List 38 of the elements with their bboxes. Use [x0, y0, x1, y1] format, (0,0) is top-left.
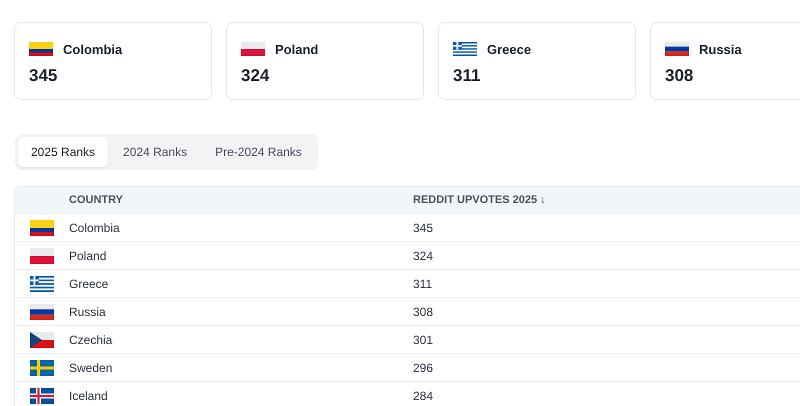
country-name: Russia: [699, 42, 742, 56]
flag-icon: [29, 42, 53, 56]
rank-tab[interactable]: Pre-2024 Ranks: [202, 137, 315, 167]
upvotes-cell-text: 284: [413, 388, 434, 402]
upvote-count: 311: [453, 66, 482, 86]
country-cell-text: Sweden: [69, 360, 114, 374]
upvotes-cell-text: 311: [413, 276, 434, 290]
flag-icon: [30, 220, 54, 236]
upvotes-cell-text: 301: [413, 332, 434, 346]
column-header[interactable]: COUNTRY: [69, 194, 413, 206]
flag-icon: [30, 332, 54, 348]
country-name: Poland: [275, 42, 318, 56]
rank-tab[interactable]: 2025 Ranks: [18, 137, 108, 167]
country-cell-text: Poland: [69, 248, 108, 262]
flag-icon: [453, 42, 477, 56]
upvotes-cell-text: 296: [413, 360, 434, 374]
upvote-count: 324: [241, 66, 270, 86]
upvotes-cell-text: 308: [413, 304, 434, 318]
upvote-count: 308: [665, 66, 694, 86]
flag-icon: [665, 42, 689, 56]
country-cell-text: Iceland: [69, 388, 109, 402]
country-cell-text: Russia: [69, 304, 107, 318]
flag-icon: [30, 276, 54, 292]
country-cell-text: Greece: [69, 276, 110, 290]
country-cell-text: Colombia: [69, 220, 121, 234]
upvotes-cell-text: 345: [413, 220, 434, 234]
country-name: Greece: [487, 42, 532, 56]
country-name: Colombia: [63, 42, 122, 56]
upvotes-cell-text: 324: [413, 248, 434, 262]
flag-icon: [30, 360, 54, 376]
upvote-count: 345: [29, 66, 58, 86]
flag-icon: [241, 42, 265, 56]
flag-icon: [30, 388, 54, 404]
country-cell-text: Czechia: [69, 332, 114, 346]
flag-icon: [30, 304, 54, 320]
flag-icon: [30, 248, 54, 264]
rank-tab[interactable]: 2024 Ranks: [110, 137, 200, 167]
column-header[interactable]: REDDIT UPVOTES 2025 ↓: [413, 194, 800, 206]
